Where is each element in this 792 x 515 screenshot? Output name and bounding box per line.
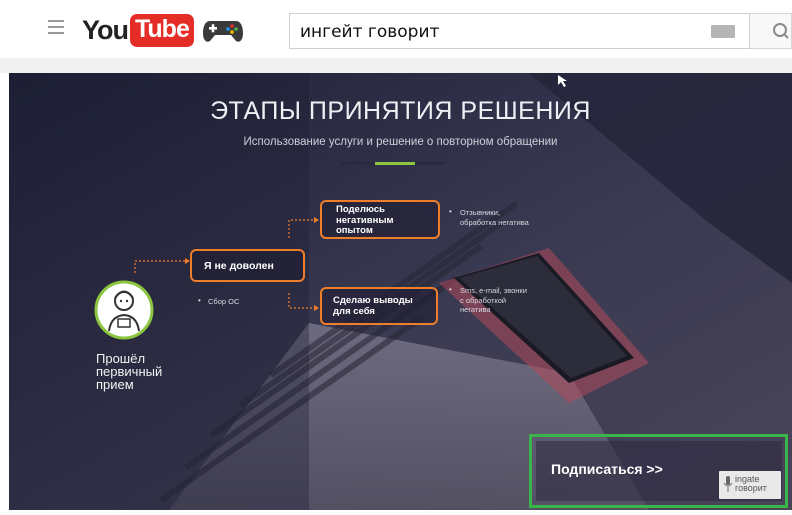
note-feedback-bullet: • bbox=[198, 296, 201, 305]
note-feedback: Сбор ОС bbox=[208, 297, 240, 306]
subscribe-label: Подписаться >> bbox=[551, 461, 663, 477]
ingate-logo[interactable]: ingate говорит bbox=[719, 471, 781, 499]
gamepad-icon bbox=[202, 21, 243, 42]
search-input[interactable]: ингейт говорит bbox=[300, 22, 439, 42]
stage-visited-label: Прошёл первичный прием bbox=[96, 351, 163, 392]
note-reviews: Отзывники, обработка негатива bbox=[460, 208, 529, 227]
stage-share-label: Поделюсь негативным опытом bbox=[336, 204, 394, 236]
header-divider bbox=[0, 58, 792, 73]
person-avatar-icon bbox=[94, 280, 154, 340]
search-icon bbox=[773, 23, 789, 39]
youtube-logo[interactable]: You Tube bbox=[82, 12, 245, 48]
note-calls-bullet: • bbox=[449, 285, 452, 294]
stage-conclusions-label: Сделаю выводы для себя bbox=[333, 295, 413, 317]
stage-conclusions-box: Сделаю выводы для себя bbox=[320, 287, 438, 325]
video-player[interactable]: ЭТАПЫ ПРИНЯТИЯ РЕШЕНИЯ Использование усл… bbox=[9, 73, 792, 510]
note-reviews-bullet: • bbox=[449, 207, 452, 216]
search-button[interactable] bbox=[750, 13, 792, 49]
stage-share-box: Поделюсь негативным опытом bbox=[320, 200, 440, 239]
logo-you-text: You bbox=[82, 14, 129, 45]
masthead: You Tube ингейт говорит bbox=[0, 0, 792, 58]
hamburger-menu-icon[interactable] bbox=[48, 20, 64, 38]
slide-overlay: ЭТАПЫ ПРИНЯТИЯ РЕШЕНИЯ Использование усл… bbox=[9, 73, 792, 510]
stage-unsatisfied-box: Я не доволен bbox=[190, 249, 305, 282]
keyboard-icon[interactable] bbox=[711, 25, 735, 38]
ingate-logo-text: ingate говорит bbox=[735, 474, 767, 493]
note-calls: Sms, e-mail, звонки с обработкой негатив… bbox=[460, 286, 527, 314]
stage-unsatisfied-label: Я не доволен bbox=[204, 260, 274, 272]
search-box[interactable]: ингейт говорит bbox=[289, 13, 750, 49]
microphone-icon bbox=[723, 476, 733, 492]
logo-tube-text: Tube bbox=[130, 13, 194, 47]
